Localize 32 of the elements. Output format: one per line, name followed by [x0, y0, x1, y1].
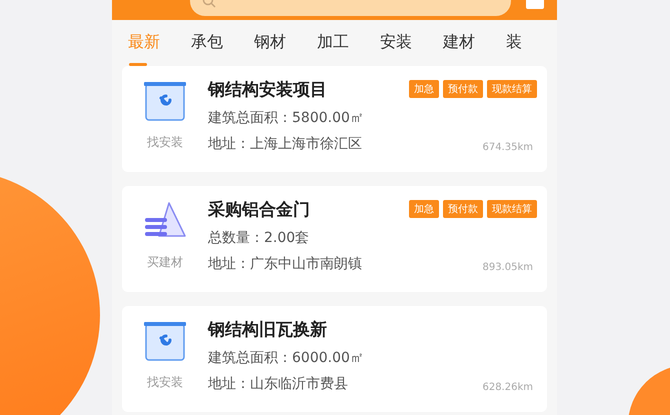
listing-title: 采购铝合金门	[208, 199, 310, 221]
listing-card[interactable]: 买建材 采购铝合金门 加急 预付款 现款结算 总数量：2.00套 地址：广东中山市南朗镇 893.05km	[122, 186, 547, 292]
listing-card[interactable]: 找安装 钢结构安装项目 加急 预付款 现款结算 建筑总面积：5800.00㎡ 地址：上海上海市徐汇区 674.35km	[122, 66, 547, 172]
listing-title: 钢结构安装项目	[208, 79, 327, 101]
tag: 现款结算	[487, 200, 537, 218]
distance-label: 893.05km	[482, 262, 533, 273]
listing-detail: 总数量：2.00套	[208, 229, 310, 247]
wrench-icon	[143, 320, 187, 362]
tag: 现款结算	[487, 80, 537, 98]
listing-address: 地址：山东临沂市费县	[208, 375, 348, 393]
category-tab[interactable]: 加工	[317, 32, 349, 66]
listing-detail: 建筑总面积：6000.00㎡	[208, 349, 365, 367]
distance-label: 628.26km	[482, 382, 533, 393]
listing-address: 地址：广东中山市南朗镇	[208, 255, 362, 273]
category-tab[interactable]: 安装	[380, 32, 412, 66]
listing-title: 钢结构旧瓦换新	[208, 319, 327, 341]
category-tab[interactable]: 钢材	[254, 32, 286, 66]
category-label: 买建材	[147, 254, 183, 271]
wrench-icon	[143, 80, 187, 122]
tag: 加急	[409, 80, 439, 98]
listing-detail: 建筑总面积：5800.00㎡	[208, 109, 365, 127]
listing-card[interactable]: 找安装 钢结构旧瓦换新 建筑总面积：6000.00㎡ 地址：山东临沂市费县 628.26km	[122, 306, 547, 412]
category-label: 找安装	[147, 134, 183, 151]
tag: 预付款	[443, 200, 483, 218]
category-label: 找安装	[147, 374, 183, 391]
listing-address: 地址：上海上海市徐汇区	[208, 135, 362, 153]
category-tab[interactable]: 建材	[443, 32, 475, 66]
category-tab[interactable]: 承包	[191, 32, 223, 66]
category-tab[interactable]: 装	[506, 32, 522, 66]
tag: 加急	[409, 200, 439, 218]
distance-label: 674.35km	[482, 142, 533, 153]
tag: 预付款	[443, 80, 483, 98]
